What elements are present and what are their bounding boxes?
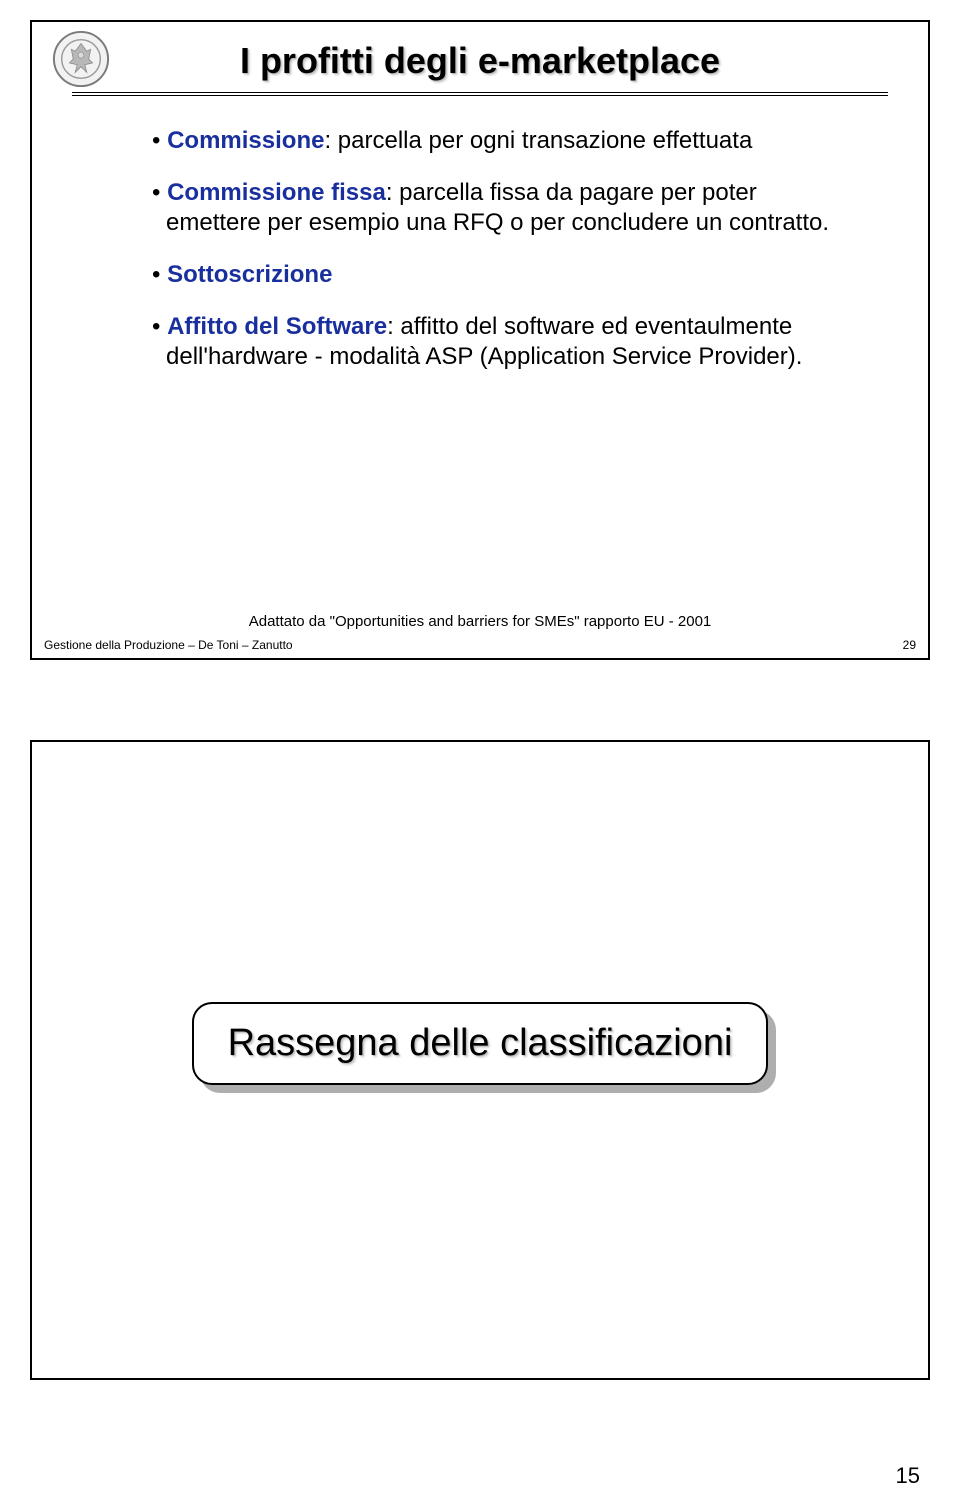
bullet-affitto-software: Affitto del Software: affitto del softwa… [152,312,858,372]
bullet-sottoscrizione: Sottoscrizione [152,260,858,290]
term-commissione-fissa: Commissione fissa [167,179,386,206]
bullet-commissione-fissa: Commissione fissa: parcella fissa da pag… [152,178,858,238]
slide-content: Commissione: parcella per ogni transazio… [32,96,928,372]
title-rule [72,92,888,96]
slide-caption: Adattato da "Opportunities and barriers … [32,613,928,630]
bullet-commissione: Commissione: parcella per ogni transazio… [152,126,858,156]
page: I profitti degli e-marketplace Commissio… [0,0,960,1495]
slide-2: Rassegna delle classificazioni [30,740,930,1380]
section-box-front: Rassegna delle classificazioni [192,1002,769,1085]
seal-logo-icon [52,30,110,88]
section-box: Rassegna delle classificazioni [192,1002,769,1085]
term-sottoscrizione: Sottoscrizione [167,261,332,288]
slide-header: I profitti degli e-marketplace [32,22,928,96]
text-commissione: : parcella per ogni transazione effettua… [324,127,752,154]
slide-title: I profitti degli e-marketplace [52,32,908,92]
footer-right-page: 29 [903,638,916,652]
term-commissione: Commissione [167,127,324,154]
term-affitto-software: Affitto del Software [167,313,387,340]
slide-1: I profitti degli e-marketplace Commissio… [30,20,930,660]
slide-footer: Gestione della Produzione – De Toni – Za… [44,638,916,652]
page-number: 15 [896,1463,920,1489]
section-box-wrap: Rassegna delle classificazioni [32,742,928,1085]
footer-left: Gestione della Produzione – De Toni – Za… [44,638,293,652]
section-title: Rassegna delle classificazioni [228,1022,733,1065]
